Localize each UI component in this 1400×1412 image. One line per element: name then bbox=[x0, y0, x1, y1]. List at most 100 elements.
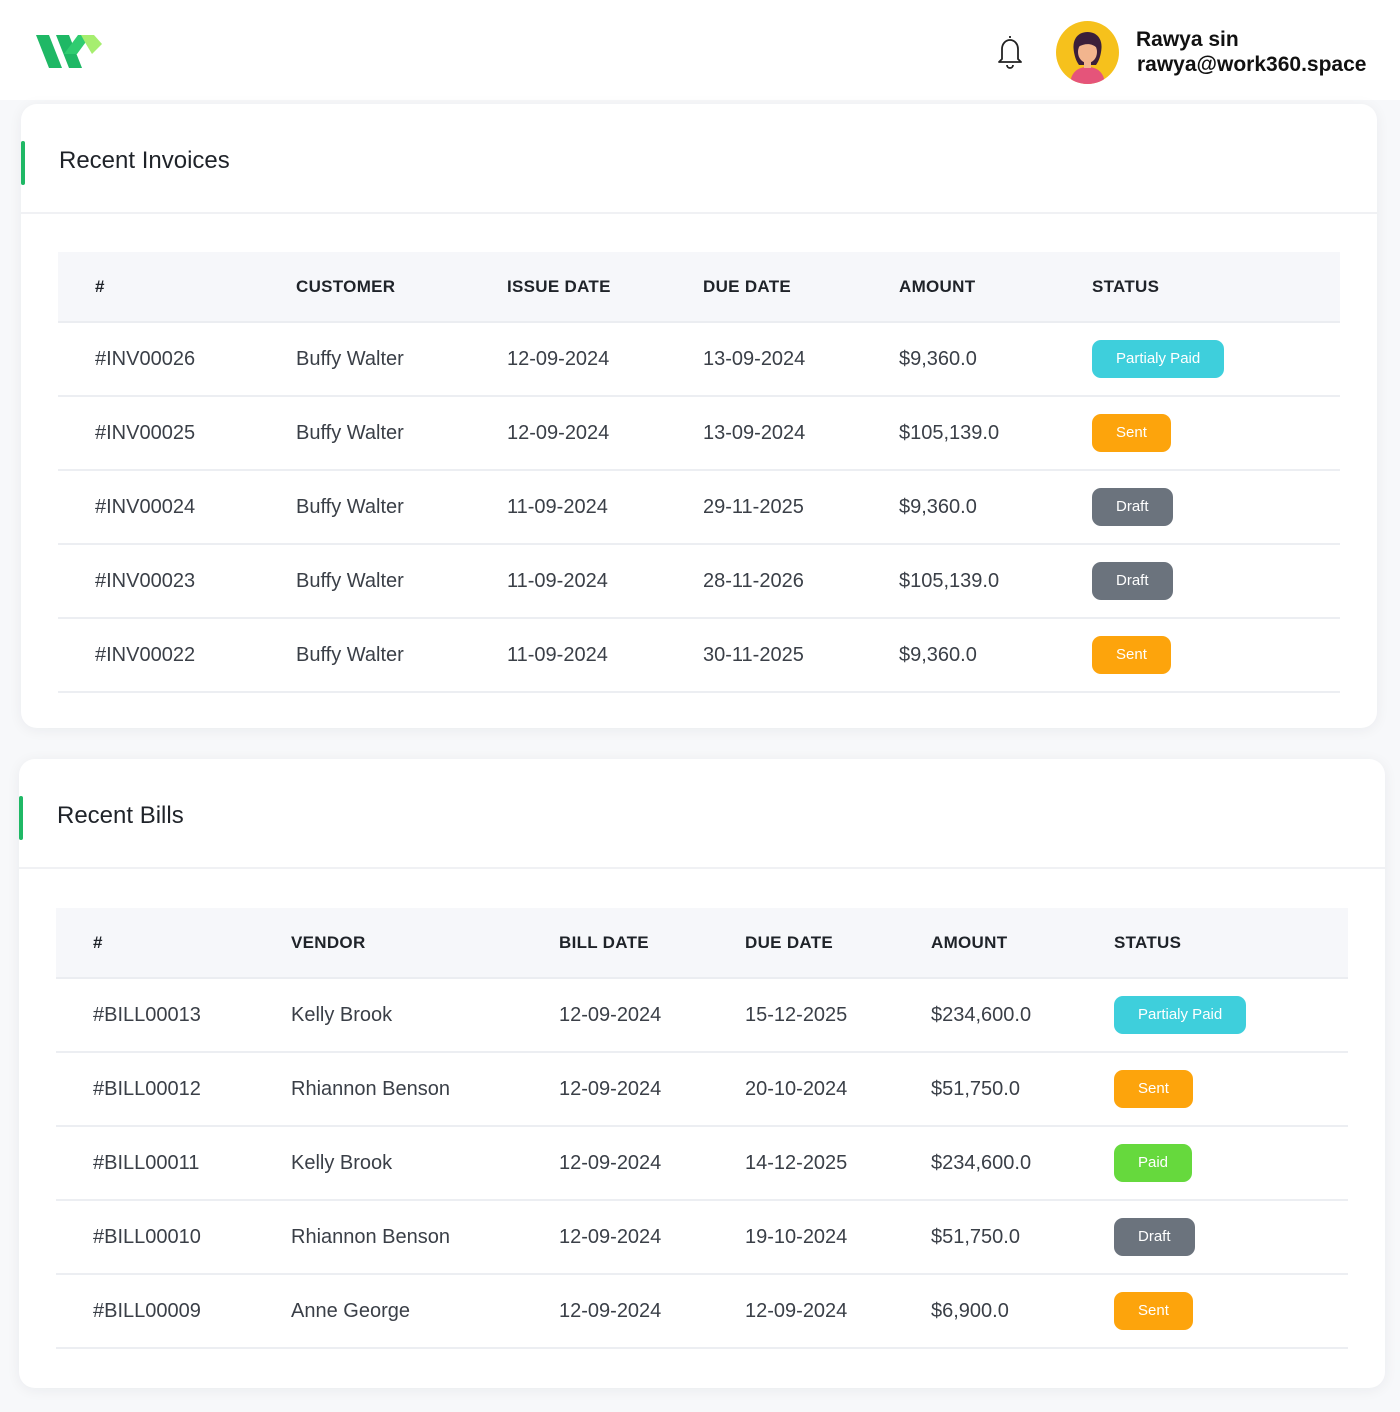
invoice-number[interactable]: #INV00025 bbox=[58, 396, 296, 471]
issue-date: 12-09-2024 bbox=[507, 396, 703, 471]
status-badge[interactable]: Draft bbox=[1092, 488, 1173, 526]
due-date: 15-12-2025 bbox=[745, 978, 931, 1053]
customer-name: Buffy Walter bbox=[296, 322, 507, 397]
bill-date: 12-09-2024 bbox=[559, 978, 745, 1053]
column-header-due-date[interactable]: DUE DATE bbox=[703, 252, 899, 323]
due-date: 19-10-2024 bbox=[745, 1200, 931, 1275]
card-title: Recent Bills bbox=[57, 802, 184, 829]
bill-number[interactable]: #BILL00009 bbox=[56, 1274, 291, 1349]
table-row[interactable]: #BILL00013 Kelly Brook 12-09-2024 15-12-… bbox=[56, 978, 1348, 1053]
amount: $234,600.0 bbox=[931, 1126, 1114, 1201]
table-row[interactable]: #BILL00012 Rhiannon Benson 12-09-2024 20… bbox=[56, 1052, 1348, 1127]
status-badge[interactable]: Sent bbox=[1092, 414, 1171, 452]
due-date: 30-11-2025 bbox=[703, 618, 899, 693]
bill-number[interactable]: #BILL00011 bbox=[56, 1126, 291, 1201]
table-row[interactable]: #INV00024 Buffy Walter 11-09-2024 29-11-… bbox=[58, 470, 1340, 545]
table-header-row: # CUSTOMER ISSUE DATE DUE DATE AMOUNT ST… bbox=[58, 252, 1340, 323]
column-header-number[interactable]: # bbox=[56, 908, 291, 979]
table-header-row: # VENDOR BILL DATE DUE DATE AMOUNT STATU… bbox=[56, 908, 1348, 979]
card-header: Recent Bills bbox=[19, 759, 1385, 869]
user-name: Rawya sin bbox=[1136, 28, 1239, 51]
column-header-amount[interactable]: AMOUNT bbox=[931, 908, 1114, 979]
due-date: 20-10-2024 bbox=[745, 1052, 931, 1127]
bills-table: # VENDOR BILL DATE DUE DATE AMOUNT STATU… bbox=[56, 908, 1348, 1349]
table-row[interactable]: #INV00022 Buffy Walter 11-09-2024 30-11-… bbox=[58, 618, 1340, 693]
due-date: 12-09-2024 bbox=[745, 1274, 931, 1349]
issue-date: 11-09-2024 bbox=[507, 544, 703, 619]
vendor-name: Kelly Brook bbox=[291, 978, 559, 1053]
table-row[interactable]: #BILL00010 Rhiannon Benson 12-09-2024 19… bbox=[56, 1200, 1348, 1275]
vendor-name: Rhiannon Benson bbox=[291, 1052, 559, 1127]
status-badge[interactable]: Draft bbox=[1114, 1218, 1195, 1256]
issue-date: 12-09-2024 bbox=[507, 322, 703, 397]
status-badge[interactable]: Sent bbox=[1114, 1070, 1193, 1108]
invoices-table: # CUSTOMER ISSUE DATE DUE DATE AMOUNT ST… bbox=[58, 252, 1340, 693]
due-date: 13-09-2024 bbox=[703, 396, 899, 471]
table-row[interactable]: #INV00023 Buffy Walter 11-09-2024 28-11-… bbox=[58, 544, 1340, 619]
bill-date: 12-09-2024 bbox=[559, 1052, 745, 1127]
recent-invoices-card: Recent Invoices # CUSTOMER ISSUE DATE DU… bbox=[21, 104, 1377, 728]
table-row[interactable]: #INV00025 Buffy Walter 12-09-2024 13-09-… bbox=[58, 396, 1340, 471]
bill-date: 12-09-2024 bbox=[559, 1274, 745, 1349]
amount: $105,139.0 bbox=[899, 544, 1092, 619]
column-header-bill-date[interactable]: BILL DATE bbox=[559, 908, 745, 979]
status-badge[interactable]: Partialy Paid bbox=[1092, 340, 1225, 378]
column-header-status[interactable]: STATUS bbox=[1092, 252, 1340, 323]
amount: $51,750.0 bbox=[931, 1200, 1114, 1275]
column-header-vendor[interactable]: VENDOR bbox=[291, 908, 559, 979]
invoice-number[interactable]: #INV00022 bbox=[58, 618, 296, 693]
column-header-issue-date[interactable]: ISSUE DATE bbox=[507, 252, 703, 323]
accent-bar bbox=[19, 796, 23, 840]
due-date: 14-12-2025 bbox=[745, 1126, 931, 1201]
avatar-illustration bbox=[1070, 32, 1105, 84]
issue-date: 11-09-2024 bbox=[507, 470, 703, 545]
card-title: Recent Invoices bbox=[59, 147, 230, 174]
vendor-name: Rhiannon Benson bbox=[291, 1200, 559, 1275]
bill-date: 12-09-2024 bbox=[559, 1126, 745, 1201]
bill-date: 12-09-2024 bbox=[559, 1200, 745, 1275]
issue-date: 11-09-2024 bbox=[507, 618, 703, 693]
status-badge[interactable]: Partialy Paid bbox=[1114, 996, 1247, 1034]
column-header-amount[interactable]: AMOUNT bbox=[899, 252, 1092, 323]
recent-bills-card: Recent Bills # VENDOR BILL DATE DUE DATE… bbox=[19, 759, 1385, 1388]
column-header-status[interactable]: STATUS bbox=[1114, 908, 1348, 979]
amount: $9,360.0 bbox=[899, 322, 1092, 397]
table-row[interactable]: #INV00026 Buffy Walter 12-09-2024 13-09-… bbox=[58, 322, 1340, 397]
invoice-number[interactable]: #INV00026 bbox=[58, 322, 296, 397]
invoice-number[interactable]: #INV00024 bbox=[58, 470, 296, 545]
status-badge[interactable]: Draft bbox=[1092, 562, 1173, 600]
table-row[interactable]: #BILL00009 Anne George 12-09-2024 12-09-… bbox=[56, 1274, 1348, 1349]
amount: $234,600.0 bbox=[931, 978, 1114, 1053]
due-date: 29-11-2025 bbox=[703, 470, 899, 545]
bill-number[interactable]: #BILL00013 bbox=[56, 978, 291, 1053]
status-badge[interactable]: Sent bbox=[1092, 636, 1171, 674]
status-badge[interactable]: Paid bbox=[1114, 1144, 1193, 1182]
table-row[interactable]: #BILL00011 Kelly Brook 12-09-2024 14-12-… bbox=[56, 1126, 1348, 1201]
customer-name: Buffy Walter bbox=[296, 544, 507, 619]
work360-logo[interactable] bbox=[34, 30, 104, 74]
accent-bar bbox=[21, 141, 25, 185]
due-date: 13-09-2024 bbox=[703, 322, 899, 397]
bill-number[interactable]: #BILL00010 bbox=[56, 1200, 291, 1275]
column-header-number[interactable]: # bbox=[58, 252, 296, 323]
column-header-customer[interactable]: CUSTOMER bbox=[296, 252, 507, 323]
invoice-number[interactable]: #INV00023 bbox=[58, 544, 296, 619]
bill-number[interactable]: #BILL00012 bbox=[56, 1052, 291, 1127]
card-header: Recent Invoices bbox=[21, 104, 1377, 214]
amount: $9,360.0 bbox=[899, 618, 1092, 693]
due-date: 28-11-2026 bbox=[703, 544, 899, 619]
vendor-name: Anne George bbox=[291, 1274, 559, 1349]
top-bar: Rawya sin rawya@work360.space bbox=[0, 0, 1400, 100]
column-header-due-date[interactable]: DUE DATE bbox=[745, 908, 931, 979]
amount: $105,139.0 bbox=[899, 396, 1092, 471]
vendor-name: Kelly Brook bbox=[291, 1126, 559, 1201]
customer-name: Buffy Walter bbox=[296, 470, 507, 545]
status-badge[interactable]: Sent bbox=[1114, 1292, 1193, 1330]
customer-name: Buffy Walter bbox=[296, 396, 507, 471]
amount: $51,750.0 bbox=[931, 1052, 1114, 1127]
amount: $6,900.0 bbox=[931, 1274, 1114, 1349]
bell-icon[interactable] bbox=[990, 32, 1030, 72]
customer-name: Buffy Walter bbox=[296, 618, 507, 693]
amount: $9,360.0 bbox=[899, 470, 1092, 545]
user-avatar[interactable] bbox=[1056, 21, 1119, 84]
